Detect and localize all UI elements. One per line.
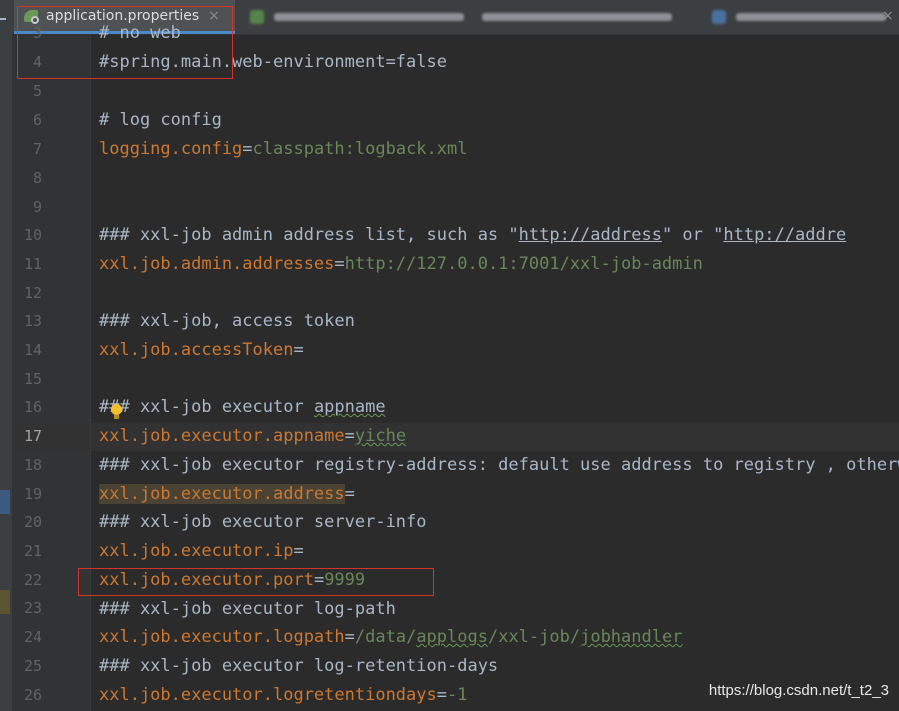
annotation-box-tab	[17, 6, 233, 79]
spellcheck-word: appname	[313, 397, 386, 417]
annotation-box-port	[78, 568, 434, 596]
line-number-current: 17	[23, 427, 42, 445]
comment-text: " or "	[661, 225, 724, 245]
code-line[interactable]: xxl.job.accessToken=	[99, 336, 304, 364]
property-value: yiche	[354, 426, 407, 446]
blurred-tab-label	[274, 13, 464, 21]
property-key: xxl.job.admin.addresses	[99, 254, 335, 274]
equals-sign: =	[293, 541, 304, 561]
equals-sign: =	[344, 627, 355, 647]
strip-marker-yellow	[0, 590, 10, 614]
property-key: logging.config	[99, 139, 243, 159]
code-line[interactable]: ### xxl-job executor registry-address: d…	[99, 451, 899, 479]
line-number: 14	[23, 341, 42, 359]
line-number: 10	[23, 226, 42, 244]
line-number: 13	[23, 312, 42, 330]
line-number: 23	[23, 599, 42, 617]
line-number: 26	[23, 686, 42, 704]
property-value: -1	[447, 685, 468, 705]
line-number: 18	[23, 456, 42, 474]
blurred-tab-2[interactable]	[482, 8, 672, 26]
property-value: /data/	[354, 627, 417, 647]
code-line[interactable]: xxl.job.executor.logretentiondays=-1	[99, 681, 468, 709]
code-line[interactable]: # log config	[99, 106, 222, 134]
line-number: 24	[23, 628, 42, 646]
equals-sign: =	[334, 254, 345, 274]
code-line[interactable]: xxl.job.admin.addresses=http://127.0.0.1…	[99, 250, 703, 278]
strip-marker-blue	[0, 490, 10, 514]
property-key: xxl.job.executor.appname	[99, 426, 345, 446]
url-link[interactable]: http://addre	[723, 225, 846, 245]
property-key-highlighted: xxl.job.executor.address	[99, 484, 345, 504]
gutter-separator	[90, 34, 91, 711]
property-key: xxl.job.executor.logpath	[99, 627, 345, 647]
line-number: 8	[32, 169, 42, 187]
equals-sign: =	[436, 685, 448, 705]
line-number: 12	[23, 284, 42, 302]
blurred-tab-3[interactable]	[712, 8, 886, 26]
url-link[interactable]: http://address	[519, 225, 662, 245]
equals-sign: =	[344, 484, 355, 504]
collapse-tick[interactable]	[0, 18, 6, 20]
property-value: applogs	[416, 627, 488, 647]
blurred-tab-label	[736, 13, 886, 21]
line-number: 11	[23, 255, 42, 273]
blurred-tab-1[interactable]	[250, 8, 464, 26]
close-icon[interactable]: ×	[882, 8, 894, 24]
property-key: xxl.job.accessToken	[99, 340, 294, 360]
equals-sign: =	[293, 340, 304, 360]
watermark-text: https://blog.csdn.net/t_t2_3	[708, 682, 889, 699]
line-number: 21	[23, 542, 42, 560]
line-number: 25	[23, 657, 42, 675]
code-line-current[interactable]: xxl.job.executor.appname=yiche	[99, 422, 406, 450]
line-number: 9	[32, 198, 42, 216]
code-line[interactable]: ### xxl-job, access token	[99, 307, 355, 335]
property-key: xxl.job.executor.ip	[99, 541, 294, 561]
equals-sign: =	[242, 139, 253, 159]
comment-text: ### xxl-job executor	[99, 397, 314, 417]
code-line[interactable]: xxl.job.executor.ip=	[99, 537, 304, 565]
code-line[interactable]: ### xxl-job admin address list, such as …	[99, 221, 846, 249]
file-icon	[250, 10, 264, 24]
blurred-tab-label	[482, 13, 672, 21]
line-number: 5	[32, 82, 42, 100]
code-line[interactable]: xxl.job.executor.logpath=/data/applogs/x…	[99, 623, 682, 651]
line-number: 22	[23, 571, 42, 589]
line-number: 16	[23, 398, 42, 416]
equals-sign: =	[344, 426, 355, 446]
line-number: 15	[23, 370, 42, 388]
code-line[interactable]: ### xxl-job executor log-retention-days	[99, 652, 498, 680]
property-value: jobhandler	[580, 627, 683, 647]
file-icon	[712, 10, 726, 24]
property-value: classpath:logback.xml	[252, 139, 468, 159]
code-line[interactable]: ### xxl-job executor log-path	[99, 595, 396, 623]
code-line[interactable]: ### xxl-job executor appname	[99, 393, 386, 421]
comment-text: ### xxl-job admin address list, such as …	[99, 225, 519, 245]
lightbulb-icon-base	[114, 415, 119, 419]
property-value: /xxl-job/	[487, 627, 581, 647]
lightbulb-icon[interactable]	[111, 404, 122, 415]
line-number: 7	[32, 140, 42, 158]
property-value: http://127.0.0.1:7001/xxl-job-admin	[344, 254, 703, 274]
code-line[interactable]: logging.config=classpath:logback.xml	[99, 135, 467, 163]
property-key: xxl.job.executor.logretentiondays	[99, 685, 437, 705]
code-line[interactable]: ### xxl-job executor server-info	[99, 508, 427, 536]
line-number: 6	[32, 111, 42, 129]
code-line[interactable]: xxl.job.executor.address=	[99, 480, 355, 508]
line-number: 20	[23, 513, 42, 531]
line-number: 19	[23, 485, 42, 503]
